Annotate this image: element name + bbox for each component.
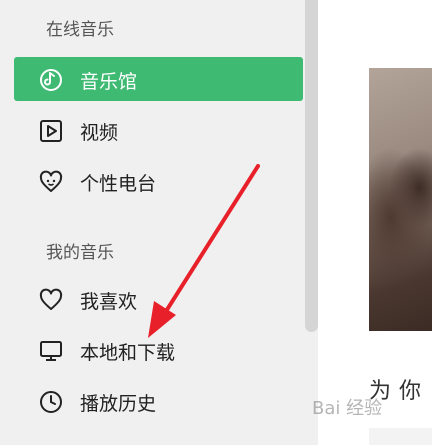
sidebar-item-label: 我喜欢 — [80, 291, 138, 313]
section-title-online-music: 在线音乐 — [46, 20, 114, 40]
sidebar-item-label: 视频 — [80, 122, 119, 144]
sidebar-item-radio[interactable]: 个性电台 — [14, 159, 303, 203]
sidebar-item-video[interactable]: 视频 — [14, 108, 303, 152]
featured-image[interactable] — [369, 68, 432, 331]
content-strip — [369, 428, 432, 445]
clock-icon — [39, 390, 63, 414]
monitor-icon — [39, 339, 63, 363]
sidebar-item-label: 播放历史 — [80, 393, 157, 415]
music-hall-icon — [39, 68, 63, 92]
watermark-logo: Bai 经验 — [312, 398, 383, 419]
sidebar: 在线音乐 音乐馆 视频 个性电台 我的音乐 我喜欢 本地和下载 播放历史 — [0, 0, 318, 445]
radio-heart-icon — [39, 170, 63, 194]
sidebar-item-label: 个性电台 — [80, 173, 157, 195]
sidebar-item-history[interactable]: 播放历史 — [14, 379, 303, 423]
heart-icon — [39, 288, 63, 312]
sidebar-item-label: 音乐馆 — [80, 71, 138, 93]
sidebar-item-local-downloads[interactable]: 本地和下载 — [14, 328, 303, 372]
section-title-my-music: 我的音乐 — [46, 243, 114, 263]
video-play-icon — [39, 119, 63, 143]
sidebar-scrollbar[interactable] — [305, 0, 318, 332]
sidebar-item-label: 本地和下载 — [80, 342, 176, 364]
sidebar-item-favorites[interactable]: 我喜欢 — [14, 277, 303, 321]
sidebar-item-music-hall[interactable]: 音乐馆 — [14, 57, 303, 101]
